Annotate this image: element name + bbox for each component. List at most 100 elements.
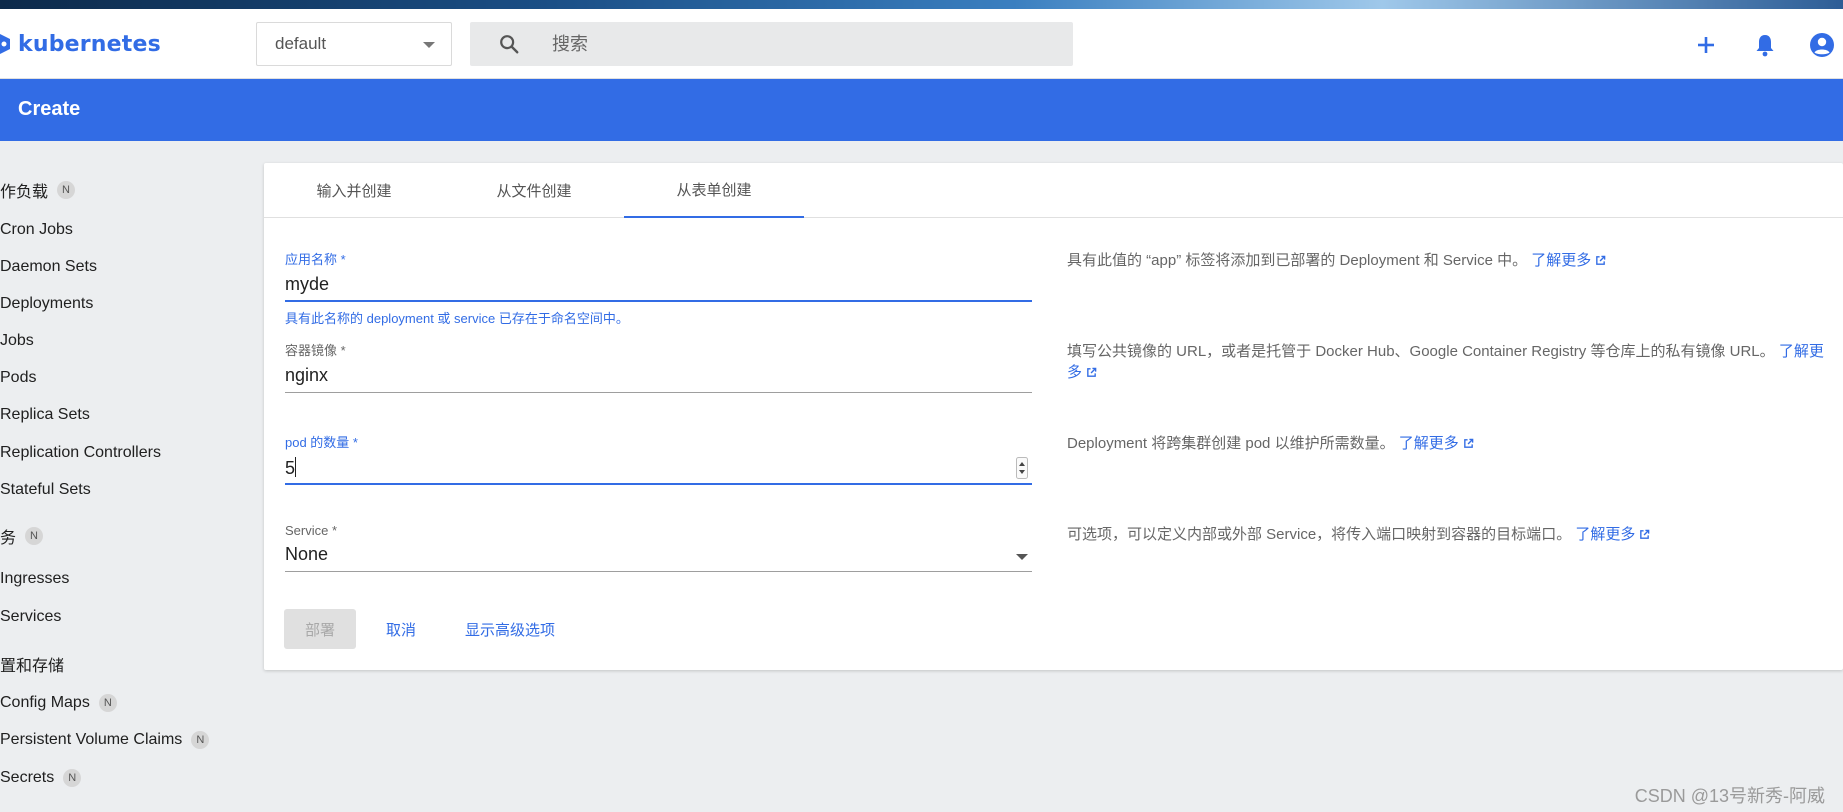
- external-link-icon: [1596, 255, 1606, 265]
- external-link-icon: [1463, 438, 1474, 448]
- container-image-field[interactable]: 容器镜像 * nginx: [285, 340, 1032, 393]
- page-title: Create: [18, 98, 81, 120]
- account-icon: [1810, 33, 1834, 57]
- create-form-card: 输入并创建 从文件创建 从表单创建 应用名称 * myde 具有此名称的 dep…: [264, 163, 1843, 670]
- pod-count-field[interactable]: pod 的数量 * 5: [285, 432, 1032, 485]
- sidebar-item-label: Daemon Sets: [0, 258, 97, 275]
- sidebar-item-label: Cron Jobs: [0, 221, 73, 238]
- service-select[interactable]: None: [285, 542, 1032, 572]
- tab-file-create[interactable]: 从文件创建: [444, 163, 624, 218]
- sidebar-item-label: Replication Controllers: [0, 444, 161, 461]
- sidebar-item-cron-jobs[interactable]: Cron Jobs: [0, 221, 73, 239]
- sidebar-item-replication-controllers[interactable]: Replication Controllers: [0, 444, 161, 462]
- cancel-button[interactable]: 取消: [386, 609, 416, 649]
- learn-more-label: 了解更多: [1531, 252, 1592, 269]
- top-toolbar: kubernetes default: [0, 9, 1843, 79]
- namespaced-badge: N: [57, 181, 76, 199]
- tab-input-create[interactable]: 输入并创建: [264, 163, 444, 218]
- kubernetes-logo[interactable]: kubernetes: [0, 29, 161, 59]
- pod-count-label: pod 的数量 *: [285, 435, 358, 450]
- service-value: None: [285, 544, 329, 564]
- sidebar-item-label: Services: [0, 608, 62, 625]
- namespace-select[interactable]: default: [256, 22, 452, 66]
- chevron-down-icon: [1016, 554, 1028, 560]
- app-name-input[interactable]: myde: [285, 272, 1032, 302]
- pod-count-value: 5: [285, 458, 296, 478]
- learn-more-link[interactable]: 了解更多: [1399, 435, 1474, 452]
- sidebar-section-label: 作负载: [0, 184, 49, 201]
- namespaced-badge: N: [98, 694, 117, 712]
- deploy-button[interactable]: 部署: [284, 609, 356, 649]
- sidebar-section-label: 务: [0, 530, 17, 547]
- plus-icon: [1698, 37, 1714, 53]
- sidebar-item-label: Stateful Sets: [0, 481, 91, 498]
- learn-more-link[interactable]: 了解更多: [1531, 252, 1606, 269]
- learn-more-label: 了解更多: [1575, 526, 1636, 543]
- namespaced-badge: N: [63, 769, 82, 787]
- pod-count-input[interactable]: 5: [285, 455, 1032, 485]
- app-name-label: 应用名称 *: [285, 252, 346, 267]
- watermark: CSDN @13号新秀-阿威: [1634, 786, 1825, 806]
- external-link-icon: [1087, 367, 1097, 377]
- sidebar-item-label: Jobs: [0, 332, 34, 349]
- app-name-error: 具有此名称的 deployment 或 service 已存在于命名空间中。: [285, 311, 629, 326]
- tab-form-create[interactable]: 从表单创建: [624, 163, 804, 218]
- account-button[interactable]: [1808, 31, 1836, 59]
- service-description: 可选项，可以定义内部或外部 Service，将传入端口映射到容器的目标端口。 了…: [1067, 524, 1827, 545]
- search-input[interactable]: [552, 22, 1052, 66]
- service-label: Service *: [285, 523, 338, 538]
- search-bar[interactable]: [470, 22, 1073, 66]
- namespace-value: default: [275, 34, 327, 53]
- text-cursor: [295, 457, 297, 477]
- sidebar-section-label: 置和存储: [0, 658, 65, 675]
- description-text: 填写公共镜像的 URL，或者是托管于 Docker Hub、Google Con…: [1067, 343, 1775, 360]
- sidebar-item-label: Secrets: [0, 769, 55, 786]
- brand-name: kubernetes: [18, 31, 161, 57]
- show-advanced-options-button[interactable]: 显示高级选项: [465, 609, 555, 649]
- sidebar-section-services[interactable]: 务 N: [0, 524, 44, 548]
- namespaced-badge: N: [191, 731, 210, 749]
- service-field[interactable]: Service * None: [285, 523, 1032, 572]
- search-icon: [500, 35, 519, 54]
- sidebar-item-label: Persistent Volume Claims: [0, 731, 183, 748]
- learn-more-label: 了解更多: [1398, 435, 1459, 452]
- container-image-input[interactable]: nginx: [285, 363, 1032, 393]
- description-text: 具有此值的 “app” 标签将添加到已部署的 Deployment 和 Serv…: [1067, 252, 1528, 269]
- sidebar-item-deployments[interactable]: Deployments: [0, 295, 93, 313]
- sidebar-item-label: Replica Sets: [0, 406, 90, 423]
- sidebar-item-stateful-sets[interactable]: Stateful Sets: [0, 481, 91, 499]
- sidebar-item-ingresses[interactable]: Ingresses: [0, 570, 69, 588]
- sidebar-section-workloads[interactable]: 作负载 N: [0, 178, 76, 202]
- sidebar-section-config-storage[interactable]: 置和存储: [0, 652, 64, 676]
- create-plus-button[interactable]: [1692, 31, 1720, 59]
- kubernetes-wheel-icon: [0, 34, 10, 54]
- app-name-description: 具有此值的 “app” 标签将添加到已部署的 Deployment 和 Serv…: [1067, 250, 1827, 271]
- sidebar-item-secrets[interactable]: Secrets N: [0, 769, 82, 787]
- notifications-button[interactable]: [1751, 31, 1779, 59]
- sidebar-item-daemon-sets[interactable]: Daemon Sets: [0, 258, 97, 276]
- bell-icon: [1756, 35, 1774, 57]
- app-name-field[interactable]: 应用名称 * myde 具有此名称的 deployment 或 service …: [285, 249, 1032, 327]
- namespaced-badge: N: [25, 527, 44, 545]
- page-header: Create: [0, 79, 1843, 141]
- create-tabs: 输入并创建 从文件创建 从表单创建: [264, 163, 1843, 218]
- sidebar-item-persistent-volume-claims[interactable]: Persistent Volume Claims N: [0, 731, 210, 749]
- sidebar-item-label: Ingresses: [0, 570, 70, 587]
- sidebar-item-replica-sets[interactable]: Replica Sets: [0, 406, 90, 424]
- sidebar-item-services[interactable]: Services: [0, 608, 61, 626]
- pod-count-description: Deployment 将跨集群创建 pod 以维护所需数量。 了解更多: [1067, 433, 1827, 454]
- sidebar-item-label: Config Maps: [0, 694, 90, 711]
- sidebar-item-jobs[interactable]: Jobs: [0, 332, 34, 350]
- description-text: Deployment 将跨集群创建 pod 以维护所需数量。: [1067, 435, 1395, 452]
- external-link-icon: [1640, 529, 1650, 539]
- top-banner: [0, 0, 1843, 9]
- container-image-description: 填写公共镜像的 URL，或者是托管于 Docker Hub、Google Con…: [1067, 341, 1827, 383]
- sidebar-item-label: Deployments: [0, 295, 94, 312]
- sidebar-item-pods[interactable]: Pods: [0, 369, 36, 387]
- container-image-label: 容器镜像 *: [285, 343, 346, 358]
- sidebar-item-label: Pods: [0, 369, 37, 386]
- sidebar-item-config-maps[interactable]: Config Maps N: [0, 694, 117, 712]
- chevron-down-icon: [423, 42, 435, 48]
- learn-more-link[interactable]: 了解更多: [1575, 526, 1650, 543]
- stepper-arrows-icon[interactable]: [1016, 457, 1028, 479]
